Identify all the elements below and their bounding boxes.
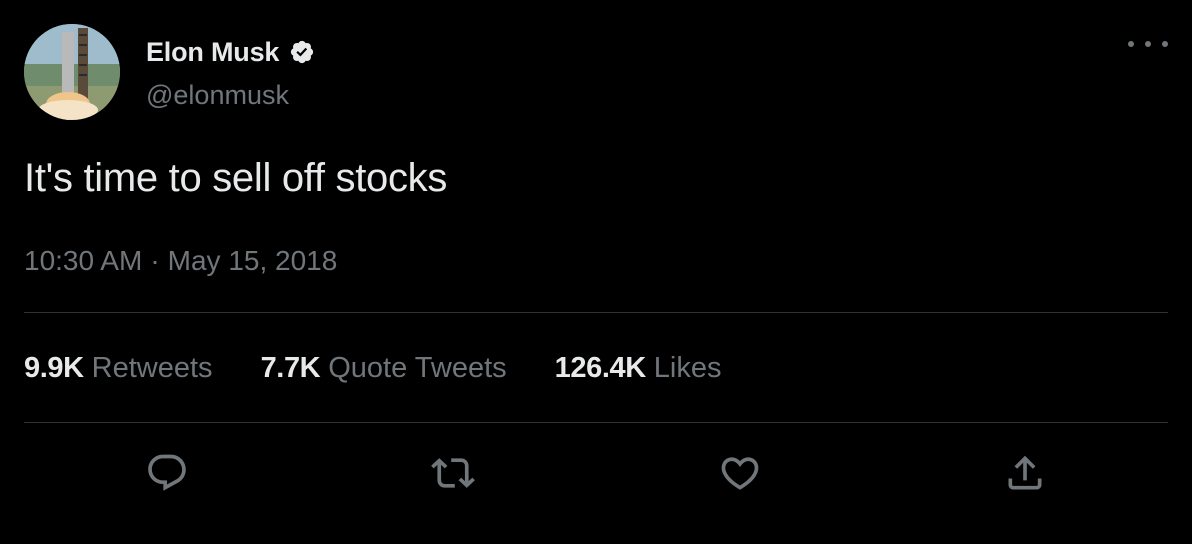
retweet-button[interactable] [430, 450, 476, 496]
divider [24, 422, 1168, 423]
like-icon [721, 457, 759, 490]
stat-value: 126.4K [554, 352, 647, 384]
reply-button[interactable] [144, 450, 190, 496]
tweet-date[interactable]: May 15, 2018 [168, 245, 338, 277]
verified-badge-icon [289, 39, 315, 65]
display-name[interactable]: Elon Musk [146, 37, 279, 68]
dot [1128, 41, 1134, 47]
tweet-card: Elon Musk @elonmusk It's time to sell of… [0, 0, 1192, 544]
dot [1162, 41, 1168, 47]
more-options-icon[interactable] [1128, 34, 1168, 54]
stat-value: 9.9K [24, 352, 84, 384]
tweet-stats: 9.9K Retweets 7.7K Quote Tweets 126.4K L… [24, 352, 769, 385]
avatar[interactable] [24, 24, 120, 120]
author-handle[interactable]: @elonmusk [146, 80, 289, 111]
stat-value: 7.7K [260, 352, 321, 384]
stat-retweets[interactable]: 9.9K Retweets [24, 352, 213, 385]
retweet-icon [431, 458, 475, 488]
tweet-text: It's time to sell off stocks [24, 156, 448, 200]
stat-likes[interactable]: 126.4K Likes [555, 352, 722, 385]
divider [24, 312, 1168, 313]
meta-separator: · [150, 245, 160, 276]
reply-icon [148, 454, 186, 491]
avatar-image [24, 24, 120, 120]
stat-label: Quote Tweets [328, 352, 507, 384]
action-bar [0, 450, 1192, 496]
share-button[interactable] [1002, 450, 1048, 496]
share-icon [1008, 455, 1042, 490]
like-button[interactable] [717, 450, 763, 496]
tweet-time[interactable]: 10:30 AM [24, 245, 142, 277]
dot [1145, 41, 1151, 47]
stat-label: Likes [653, 352, 722, 384]
stat-quote-tweets[interactable]: 7.7K Quote Tweets [261, 352, 507, 385]
stat-label: Retweets [91, 352, 213, 384]
author-row: Elon Musk [146, 34, 315, 70]
tweet-meta: 10:30 AM · May 15, 2018 [24, 245, 337, 277]
